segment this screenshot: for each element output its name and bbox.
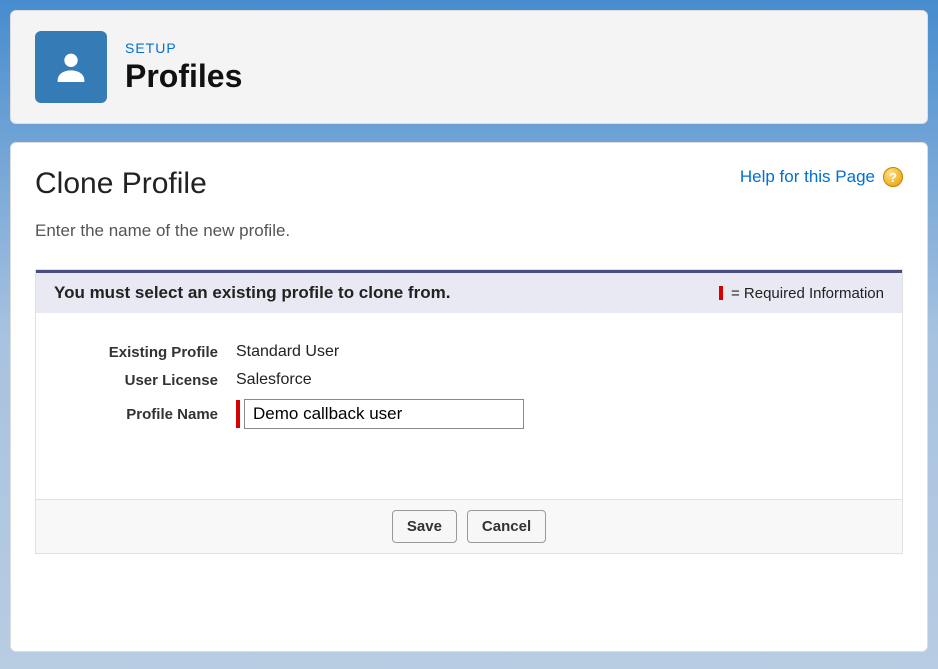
profiles-icon <box>35 31 107 103</box>
existing-profile-label: Existing Profile <box>56 344 236 361</box>
existing-profile-row: Existing Profile Standard User <box>56 343 882 361</box>
user-license-value: Salesforce <box>236 371 312 389</box>
profile-name-input[interactable] <box>244 399 524 429</box>
cancel-button[interactable]: Cancel <box>467 510 546 543</box>
required-marker-icon <box>719 286 723 300</box>
required-legend-text: = Required Information <box>731 285 884 302</box>
page-title: Clone Profile <box>35 167 207 201</box>
user-license-label: User License <box>56 372 236 389</box>
header-eyebrow: SETUP <box>125 40 242 56</box>
user-license-row: User License Salesforce <box>56 371 882 389</box>
page-head: Clone Profile Help for this Page ? <box>35 167 903 201</box>
header-text: SETUP Profiles <box>125 40 242 95</box>
help-link-label: Help for this Page <box>740 167 875 187</box>
question-mark-icon: ? <box>883 167 903 187</box>
required-marker-icon <box>236 400 240 428</box>
profile-name-row: Profile Name <box>56 399 882 429</box>
header-title: Profiles <box>125 58 242 95</box>
form-body: Existing Profile Standard User User Lice… <box>36 313 902 499</box>
instruction-text: Enter the name of the new profile. <box>35 221 903 241</box>
setup-header-card: SETUP Profiles <box>10 10 928 124</box>
clone-profile-form-panel: You must select an existing profile to c… <box>35 269 903 554</box>
user-icon <box>51 47 91 87</box>
help-for-this-page-link[interactable]: Help for this Page ? <box>740 167 903 187</box>
main-card: Clone Profile Help for this Page ? Enter… <box>10 142 928 652</box>
form-panel-header-message: You must select an existing profile to c… <box>54 283 450 303</box>
save-button[interactable]: Save <box>392 510 457 543</box>
form-panel-header: You must select an existing profile to c… <box>36 270 902 313</box>
required-information-legend: = Required Information <box>719 285 884 302</box>
profile-name-label: Profile Name <box>56 406 236 423</box>
existing-profile-value: Standard User <box>236 343 339 361</box>
profile-name-value-wrap <box>236 399 524 429</box>
form-footer: Save Cancel <box>36 499 902 553</box>
